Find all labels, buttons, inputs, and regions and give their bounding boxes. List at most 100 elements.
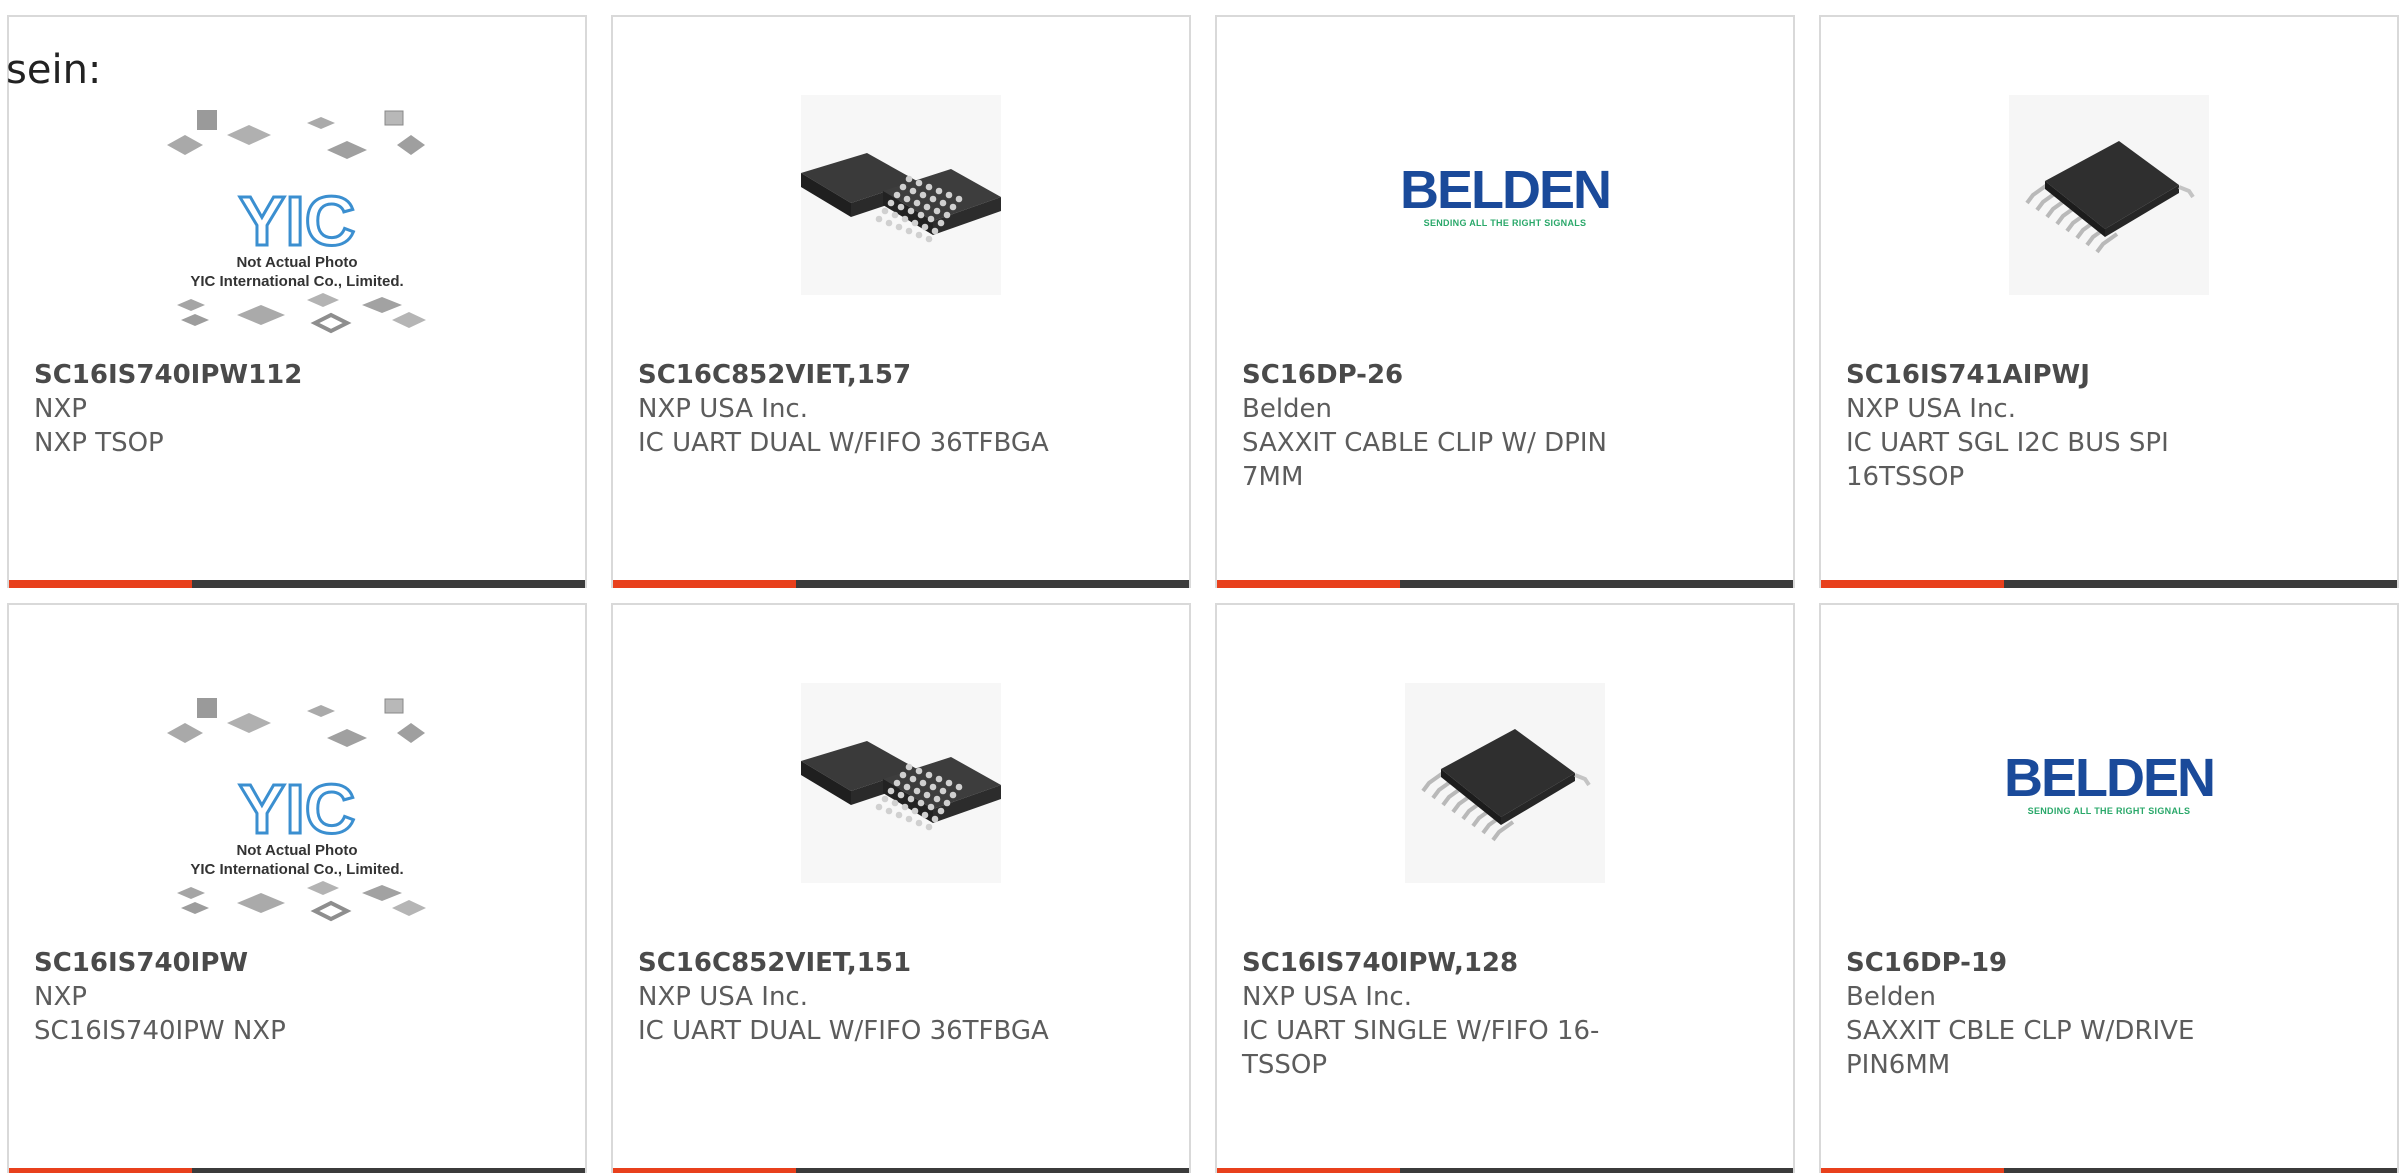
product-part-number[interactable]: SC16DP-26 — [1242, 358, 1682, 392]
card-accent-bar — [9, 580, 192, 588]
product-part-number[interactable]: SC16C852VIET,151 — [638, 946, 1078, 980]
product-manufacturer: NXP USA Inc. — [638, 394, 808, 424]
product-grid: YIC Not Actual Photo YIC International Co.… — [7, 15, 2399, 1173]
product-image[interactable]: YIC Not Actual Photo YIC International Co.… — [9, 105, 585, 345]
product-description-line: IC UART DUAL W/FIFO 36TFBGA — [638, 428, 1049, 458]
product-card-4[interactable]: SC16IS741AIPWJ NXP USA Inc. IC UART SGL … — [1819, 15, 2399, 588]
belden-logo-tagline: SENDING ALL THE RIGHT SIGNALS — [2027, 805, 2191, 816]
product-manufacturer: NXP USA Inc. — [1846, 394, 2016, 424]
card-bottom-bar — [1821, 1168, 2397, 1173]
product-image[interactable] — [613, 92, 1189, 297]
product-description: SC16IS740IPW NXP — [34, 1014, 474, 1048]
bga-chip-image — [801, 682, 1001, 883]
tssop-chip-icon — [1421, 728, 1591, 841]
product-info: SC16IS741AIPWJ NXP USA Inc. IC UART SGL … — [1846, 358, 2286, 494]
product-image[interactable]: BELDEN SENDING ALL THE RIGHT SIGNALS — [1821, 680, 2397, 885]
product-info: SC16IS740IPW NXP SC16IS740IPW NXP — [34, 946, 474, 1048]
product-grid-page: sein: YIC Not Actual Photo YIC Internation… — [0, 0, 2400, 1173]
product-manufacturer: NXP — [34, 394, 87, 424]
product-part-number[interactable]: SC16C852VIET,157 — [638, 358, 1078, 392]
belden-logo: BELDEN SENDING ALL THE RIGHT SIGNALS — [1400, 155, 1612, 235]
not-actual-photo-label: Not Actual Photo — [236, 842, 358, 859]
product-card-2[interactable]: SC16C852VIET,157 NXP USA Inc. IC UART DU… — [611, 15, 1191, 588]
product-image[interactable]: BELDEN SENDING ALL THE RIGHT SIGNALS — [1217, 92, 1793, 297]
yic-company-label: YIC International Co., Limited. — [190, 273, 404, 290]
card-accent-bar — [613, 1168, 796, 1173]
card-accent-bar — [1217, 580, 1400, 588]
belden-logo-tagline: SENDING ALL THE RIGHT SIGNALS — [1423, 217, 1587, 228]
product-manufacturer: NXP USA Inc. — [1242, 982, 1412, 1012]
tssop-chip-image — [2009, 94, 2209, 295]
product-description-line: 7MM — [1242, 462, 1304, 492]
card-accent-bar — [613, 580, 796, 588]
product-info: SC16C852VIET,151 NXP USA Inc. IC UART DU… — [638, 946, 1078, 1048]
product-description-line: TSSOP — [1242, 1050, 1328, 1080]
product-card-8[interactable]: BELDEN SENDING ALL THE RIGHT SIGNALS SC16… — [1819, 603, 2399, 1173]
product-description-line: SAXXIT CBLE CLP W/DRIVE — [1846, 1016, 2195, 1046]
chip-collage-icon: YIC — [167, 698, 426, 922]
card-bottom-bar — [1217, 580, 1793, 588]
card-bottom-bar — [1821, 580, 2397, 588]
bga-chip-image — [801, 94, 1001, 295]
product-description-line: IC UART SINGLE W/FIFO 16- — [1242, 1016, 1600, 1046]
header-fragment-text: sein: — [6, 47, 102, 93]
yic-company-label: YIC International Co., Limited. — [190, 861, 404, 878]
yic-logo-text: YIC — [239, 182, 356, 260]
yic-placeholder-image: YIC Not Actual Photo YIC International Co.… — [157, 693, 437, 933]
product-description-line: SAXXIT CABLE CLIP W/ DPIN — [1242, 428, 1607, 458]
product-info: SC16C852VIET,157 NXP USA Inc. IC UART DU… — [638, 358, 1078, 460]
product-part-number[interactable]: SC16IS740IPW — [34, 946, 474, 980]
product-description-line: SC16IS740IPW NXP — [34, 1016, 286, 1046]
card-bottom-bar — [613, 1168, 1189, 1173]
product-part-number[interactable]: SC16DP-19 — [1846, 946, 2286, 980]
product-card-3[interactable]: BELDEN SENDING ALL THE RIGHT SIGNALS SC16… — [1215, 15, 1795, 588]
tssop-chip-icon — [2025, 140, 2195, 253]
product-part-number[interactable]: SC16IS740IPW,128 — [1242, 946, 1682, 980]
product-card-5[interactable]: YIC Not Actual Photo YIC International Co.… — [7, 603, 587, 1173]
product-manufacturer: Belden — [1242, 394, 1333, 424]
product-description: IC UART DUAL W/FIFO 36TFBGA — [638, 426, 1078, 460]
product-manufacturer: Belden — [1846, 982, 1937, 1012]
chip-collage-icon: YIC — [167, 110, 426, 334]
yic-placeholder-image: YIC Not Actual Photo YIC International Co.… — [157, 105, 437, 345]
product-description-line: NXP TSOP — [34, 428, 164, 458]
product-info: SC16IS740IPW,128 NXP USA Inc. IC UART SI… — [1242, 946, 1682, 1082]
product-card-1[interactable]: YIC Not Actual Photo YIC International Co.… — [7, 15, 587, 588]
product-description-line: IC UART SGL I2C BUS SPI — [1846, 428, 2169, 458]
product-info: SC16DP-26 Belden SAXXIT CABLE CLIP W/ DP… — [1242, 358, 1682, 494]
product-description: NXP TSOP — [34, 426, 474, 460]
product-description: SAXXIT CBLE CLP W/DRIVE PIN6MM — [1846, 1014, 2286, 1082]
product-image[interactable]: YIC Not Actual Photo YIC International Co.… — [9, 693, 585, 933]
product-card-7[interactable]: SC16IS740IPW,128 NXP USA Inc. IC UART SI… — [1215, 603, 1795, 1173]
card-accent-bar — [1821, 1168, 2004, 1173]
product-image[interactable] — [613, 680, 1189, 885]
product-manufacturer: NXP — [34, 982, 87, 1012]
card-accent-bar — [1217, 1168, 1400, 1173]
product-description-line: IC UART DUAL W/FIFO 36TFBGA — [638, 1016, 1049, 1046]
card-bottom-bar — [613, 580, 1189, 588]
product-description: IC UART DUAL W/FIFO 36TFBGA — [638, 1014, 1078, 1048]
product-description-line: PIN6MM — [1846, 1050, 1951, 1080]
card-bottom-bar — [9, 580, 585, 588]
belden-logo: BELDEN SENDING ALL THE RIGHT SIGNALS — [2004, 743, 2216, 823]
card-bottom-bar — [1217, 1168, 1793, 1173]
belden-logo-word: BELDEN — [2004, 747, 2216, 808]
bga-chip-icon — [801, 152, 1001, 242]
belden-logo-word: BELDEN — [1400, 159, 1612, 220]
tssop-chip-image — [1405, 682, 1605, 883]
product-part-number[interactable]: SC16IS741AIPWJ — [1846, 358, 2286, 392]
product-image[interactable] — [1217, 680, 1793, 885]
product-info: SC16IS740IPW112 NXP NXP TSOP — [34, 358, 474, 460]
product-info: SC16DP-19 Belden SAXXIT CBLE CLP W/DRIVE… — [1846, 946, 2286, 1082]
product-manufacturer: NXP USA Inc. — [638, 982, 808, 1012]
product-description: IC UART SGL I2C BUS SPI 16TSSOP — [1846, 426, 2286, 494]
card-accent-bar — [9, 1168, 192, 1173]
card-bottom-bar — [9, 1168, 585, 1173]
product-image[interactable] — [1821, 92, 2397, 297]
product-description: IC UART SINGLE W/FIFO 16- TSSOP — [1242, 1014, 1682, 1082]
product-part-number[interactable]: SC16IS740IPW112 — [34, 358, 474, 392]
product-description-line: 16TSSOP — [1846, 462, 1965, 492]
product-card-6[interactable]: SC16C852VIET,151 NXP USA Inc. IC UART DU… — [611, 603, 1191, 1173]
bga-chip-icon — [801, 740, 1001, 830]
card-accent-bar — [1821, 580, 2004, 588]
